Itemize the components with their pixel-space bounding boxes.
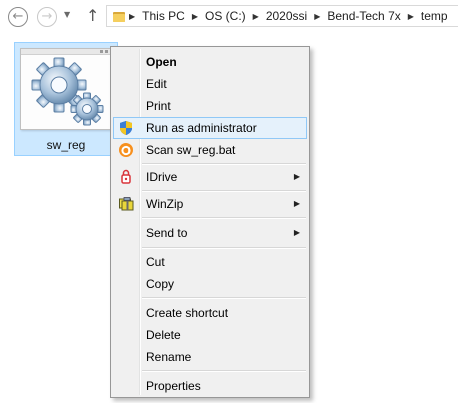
menu-item-properties[interactable]: Properties xyxy=(113,375,307,397)
menu-item-run-as-administrator[interactable]: Run as administrator xyxy=(113,117,307,139)
menu-item-scan[interactable]: Scan sw_reg.bat xyxy=(113,139,307,161)
up-arrow-icon: ↑ xyxy=(86,6,100,25)
menu-item-create-shortcut[interactable]: Create shortcut xyxy=(113,302,307,324)
breadcrumb-separator-icon[interactable]: ▶ xyxy=(129,12,142,21)
idrive-icon xyxy=(121,169,131,184)
file-name-label: sw_reg xyxy=(46,138,86,152)
file-item-sw-reg[interactable]: sw_reg xyxy=(14,42,118,156)
menu-item-copy[interactable]: Copy xyxy=(113,273,307,295)
menu-item-cut[interactable]: Cut xyxy=(113,251,307,273)
gears-icon xyxy=(31,57,104,126)
file-thumbnail xyxy=(20,48,112,130)
winzip-icon xyxy=(119,197,134,211)
up-button[interactable]: ↑ xyxy=(86,6,99,25)
uac-shield-icon xyxy=(120,121,132,135)
breadcrumb-separator-icon[interactable]: ▶ xyxy=(401,12,421,21)
breadcrumb-this-pc[interactable]: This PC xyxy=(142,9,185,23)
menu-item-print[interactable]: Print xyxy=(113,95,307,117)
breadcrumb-bend-tech[interactable]: Bend-Tech 7x xyxy=(327,9,400,23)
forward-button[interactable]: → xyxy=(37,7,57,27)
navigation-bar: ← → ▼ ↑ ▶ This PC ▶ OS (C:) ▶ 2020ssi ▶ … xyxy=(0,0,458,34)
context-menu: Open Edit Print Run as administrator Sca… xyxy=(110,46,310,398)
submenu-arrow-icon: ▶ xyxy=(293,228,300,237)
chevron-down-icon: ▼ xyxy=(64,10,71,19)
menu-item-rename[interactable]: Rename xyxy=(113,346,307,368)
breadcrumb-separator-icon[interactable]: ▶ xyxy=(246,12,266,21)
recent-locations-button[interactable]: ▼ xyxy=(64,10,70,19)
forward-arrow-icon: → xyxy=(41,9,53,24)
menu-item-send-to[interactable]: Send to ▶ xyxy=(113,222,307,244)
breadcrumb-2020ssi[interactable]: 2020ssi xyxy=(266,9,307,23)
menu-item-delete[interactable]: Delete xyxy=(113,324,307,346)
avast-icon xyxy=(119,143,133,157)
menu-item-idrive[interactable]: IDrive ▶ xyxy=(113,166,307,188)
menu-item-winzip[interactable]: WinZip ▶ xyxy=(113,193,307,215)
breadcrumb-separator-icon[interactable]: ▶ xyxy=(307,12,327,21)
breadcrumb-separator-icon[interactable]: ▶ xyxy=(185,12,205,21)
breadcrumb-temp[interactable]: temp xyxy=(421,9,448,23)
address-bar[interactable]: ▶ This PC ▶ OS (C:) ▶ 2020ssi ▶ Bend-Tec… xyxy=(106,5,458,27)
breadcrumb-os-c[interactable]: OS (C:) xyxy=(205,9,246,23)
back-button[interactable]: ← xyxy=(8,7,28,27)
menu-item-edit[interactable]: Edit xyxy=(113,73,307,95)
back-arrow-icon: ← xyxy=(12,9,24,24)
submenu-arrow-icon: ▶ xyxy=(293,172,300,181)
menu-item-open[interactable]: Open xyxy=(113,51,307,73)
submenu-arrow-icon: ▶ xyxy=(293,199,300,208)
folder-icon xyxy=(113,11,125,22)
